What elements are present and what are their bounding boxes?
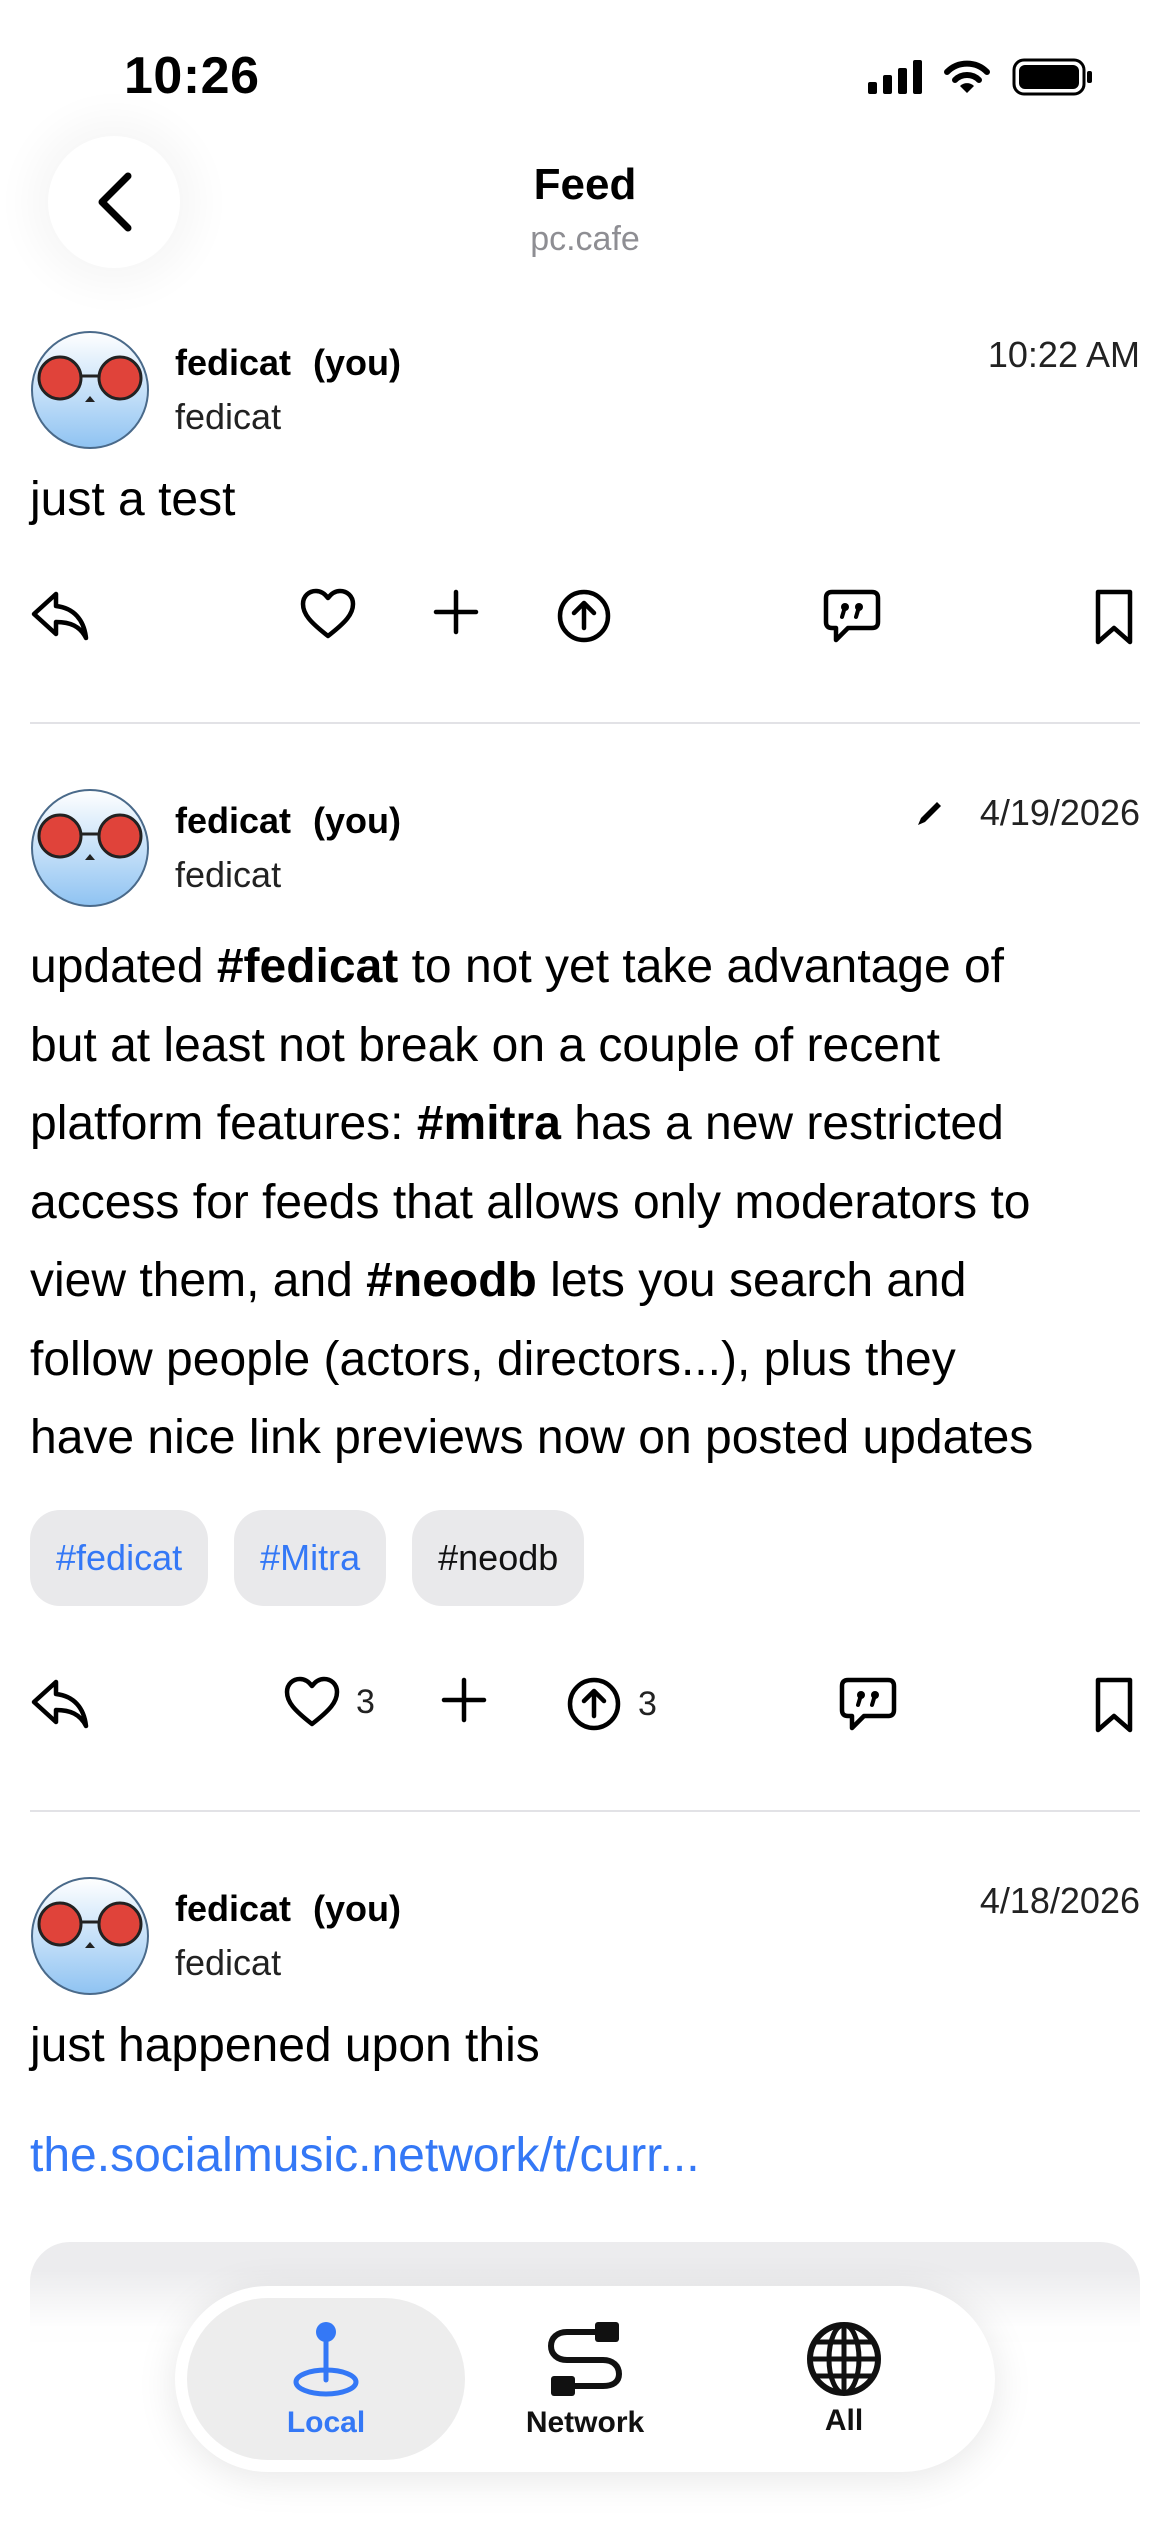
heart-icon	[300, 588, 356, 639]
post-link[interactable]: the.socialmusic.network/t/curr...	[30, 2128, 700, 2183]
hashtag-chip[interactable]: #neodb	[412, 1510, 585, 1606]
tab-network[interactable]: Network	[446, 2298, 724, 2460]
hashtag-link[interactable]: #neodb	[366, 1254, 537, 1307]
post-text: just a test	[30, 473, 236, 526]
bookmark-icon	[1095, 589, 1133, 645]
status-icons	[868, 58, 1094, 96]
hashtag-chip[interactable]: #fedicat	[30, 1510, 209, 1606]
tab-all[interactable]: All	[705, 2298, 983, 2460]
post-time: 4/19/2026	[914, 792, 1140, 834]
post-actions: 3 3	[30, 1676, 1140, 1746]
tab-label: Network	[525, 2406, 645, 2439]
hashtag-link[interactable]: #mitra	[417, 1097, 561, 1150]
like-button[interactable]: 3	[284, 1676, 375, 1728]
boost-button[interactable]: 3	[566, 1676, 657, 1732]
author-name[interactable]: fedicat (you)	[175, 800, 401, 842]
author-handle: fedicat	[175, 1942, 282, 1983]
network-route-icon	[547, 2322, 623, 2396]
cellular-signal-icon	[868, 60, 922, 94]
avatar[interactable]	[30, 1876, 150, 1996]
reply-icon	[31, 1679, 89, 1729]
quote-button[interactable]	[822, 588, 882, 644]
boost-count: 3	[638, 1684, 657, 1723]
quote-bubble-icon	[839, 1677, 897, 1731]
page-title: Feed	[533, 160, 637, 209]
boost-button[interactable]	[556, 588, 612, 644]
hashtag-chip[interactable]: #Mitra	[234, 1510, 387, 1606]
location-pin-icon	[293, 2322, 359, 2397]
plus-icon	[441, 1677, 487, 1723]
heart-icon	[284, 1676, 340, 1727]
hashtag-list: #fedicat #Mitra #neodb	[30, 1510, 585, 1606]
post-time: 4/18/2026	[979, 1880, 1140, 1921]
post[interactable]: fedicat (you) fedicat 10:22 AM just a tes…	[30, 330, 1140, 660]
add-button[interactable]	[432, 588, 480, 636]
divider	[30, 722, 1140, 724]
plus-icon	[433, 589, 479, 635]
post-time: 10:22 AM	[987, 334, 1140, 375]
post-text-line: but at least not break on a couple of re…	[30, 1018, 940, 1072]
status-time: 10:26	[124, 47, 260, 105]
post-text: updated #fedicat to not yet take advanta…	[30, 928, 1140, 1478]
reply-button[interactable]	[30, 1676, 90, 1732]
author-handle: fedicat	[175, 396, 282, 437]
bookmark-button[interactable]	[1094, 588, 1134, 646]
globe-icon	[807, 2322, 881, 2396]
hashtag-link[interactable]: #fedicat	[217, 940, 398, 993]
bookmark-icon	[1095, 1677, 1133, 1733]
author-name[interactable]: fedicat (you)	[175, 342, 401, 384]
post-text-line: platform features: #mitra has a new rest…	[30, 1097, 1004, 1150]
author-handle: fedicat	[175, 854, 282, 895]
divider	[30, 1810, 1140, 1812]
post-actions	[30, 588, 1140, 658]
post[interactable]: fedicat (you) fedicat 4/18/2026 just happ…	[30, 1876, 1140, 2276]
tab-local[interactable]: Local	[187, 2298, 465, 2460]
battery-icon	[1012, 58, 1092, 96]
page-subtitle: pc.cafe	[530, 220, 640, 258]
bookmark-button[interactable]	[1094, 1676, 1134, 1734]
add-button[interactable]	[440, 1676, 488, 1724]
post-text-line: updated #fedicat to not yet take advanta…	[30, 940, 1005, 993]
tab-label: Local	[286, 2406, 366, 2439]
post-text-line: access for feeds that allows only modera…	[30, 1175, 1031, 1229]
boost-arrow-icon	[557, 589, 611, 643]
post[interactable]: fedicat (you) fedicat 4/19/2026 updated #…	[30, 788, 1140, 1788]
wifi-icon	[944, 60, 990, 93]
quote-button[interactable]	[838, 1676, 898, 1732]
boost-arrow-icon	[567, 1677, 621, 1731]
like-button[interactable]	[300, 588, 356, 640]
quote-bubble-icon	[823, 589, 881, 643]
avatar[interactable]	[30, 330, 150, 450]
post-text-line: follow people (actors, directors...), pl…	[30, 1332, 956, 1386]
tab-bar: Local Network All	[175, 2286, 995, 2472]
post-text: just happened upon this	[30, 2019, 540, 2072]
avatar[interactable]	[30, 788, 150, 908]
post-text-line: have nice link previews now on posted up…	[30, 1411, 1034, 1464]
tab-label: All	[824, 2404, 864, 2437]
reply-icon	[31, 591, 89, 641]
like-count: 3	[356, 1682, 375, 1721]
pencil-icon	[917, 802, 941, 825]
reply-button[interactable]	[30, 588, 90, 644]
post-text-line: view them, and #neodb lets you search an…	[30, 1254, 967, 1307]
author-name[interactable]: fedicat (you)	[175, 1888, 401, 1930]
